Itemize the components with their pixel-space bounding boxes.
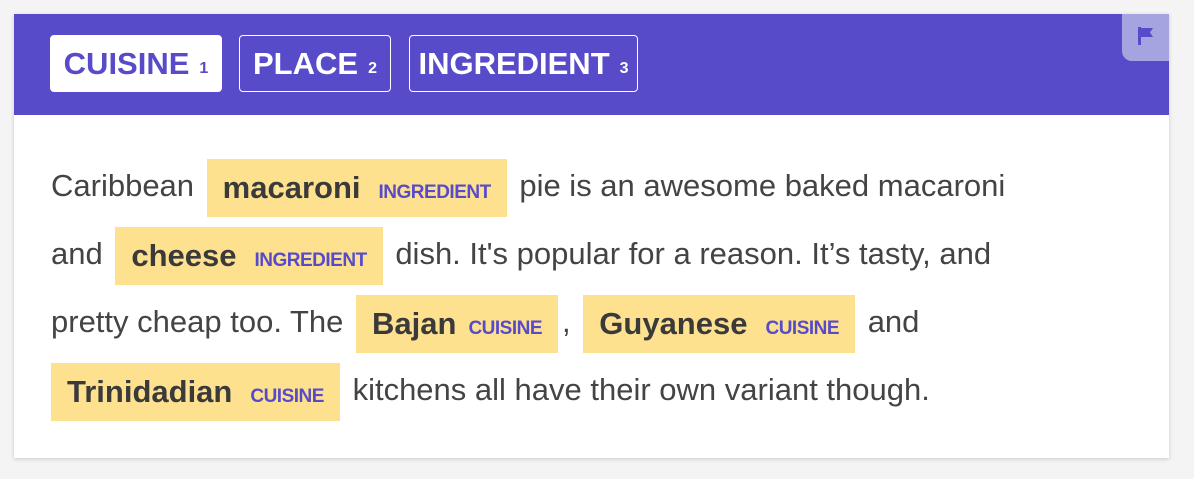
text-segment: Caribbean (51, 168, 195, 203)
entity-label: CUISINE (468, 317, 543, 339)
text-segment: and (51, 236, 103, 271)
text-segment: and (867, 304, 920, 339)
entity-span[interactable]: Trinidadian CUISINE (51, 362, 340, 421)
entity-label: INGREDIENT (254, 249, 368, 271)
tab-label: CUISINE (63, 45, 190, 81)
text-line: Trinidadian CUISINE kitchens all have the… (51, 356, 1141, 424)
annotated-text: Caribbean macaroni INGREDIENT pie is an a… (51, 152, 1141, 424)
text-segment: pie is an awesome baked macaroni (519, 168, 1006, 203)
flag-button[interactable] (1122, 14, 1169, 61)
annotation-card: CUISINE 1 PLACE 2 INGREDIENT 3 Caribbean… (14, 14, 1169, 458)
text-segment: , (562, 304, 571, 339)
entity-text: macaroni (222, 169, 361, 205)
text-segment: pretty cheap too. The (51, 304, 344, 339)
tab-label: INGREDIENT (418, 45, 610, 81)
entity-span[interactable]: Guyanese CUISINE (583, 294, 856, 353)
entity-text: cheese (131, 237, 237, 273)
entity-text: Bajan (372, 305, 457, 341)
text-segment: kitchens all have their own variant thou… (352, 372, 930, 407)
label-toolbar: CUISINE 1 PLACE 2 INGREDIENT 3 (14, 14, 1169, 115)
text-line: and cheese INGREDIENT dish. It's popular … (51, 220, 1141, 288)
text-segment: dish. It's popular for a reason. It’s ta… (395, 236, 992, 271)
entity-label: INGREDIENT (378, 181, 492, 203)
entity-label: CUISINE (250, 385, 324, 407)
flag-icon (1137, 27, 1153, 45)
entity-label: CUISINE (765, 317, 840, 339)
tab-label: PLACE (253, 45, 359, 81)
entity-span[interactable]: macaroni INGREDIENT (206, 158, 507, 217)
text-line: pretty cheap too. The Bajan CUISINE, Guya… (51, 288, 1141, 356)
tab-shortcut-key: 3 (619, 59, 629, 77)
tab-shortcut-key: 2 (368, 59, 377, 77)
text-line: Caribbean macaroni INGREDIENT pie is an a… (51, 152, 1141, 220)
entity-span[interactable]: Bajan CUISINE (356, 294, 559, 353)
tab-place[interactable]: PLACE 2 (239, 35, 391, 92)
tab-cuisine[interactable]: CUISINE 1 (50, 35, 222, 92)
entity-span[interactable]: cheese INGREDIENT (115, 226, 383, 285)
entity-text: Trinidadian (67, 373, 233, 409)
tab-ingredient[interactable]: INGREDIENT 3 (409, 35, 638, 92)
tab-shortcut-key: 1 (199, 59, 209, 77)
entity-text: Guyanese (599, 305, 748, 341)
